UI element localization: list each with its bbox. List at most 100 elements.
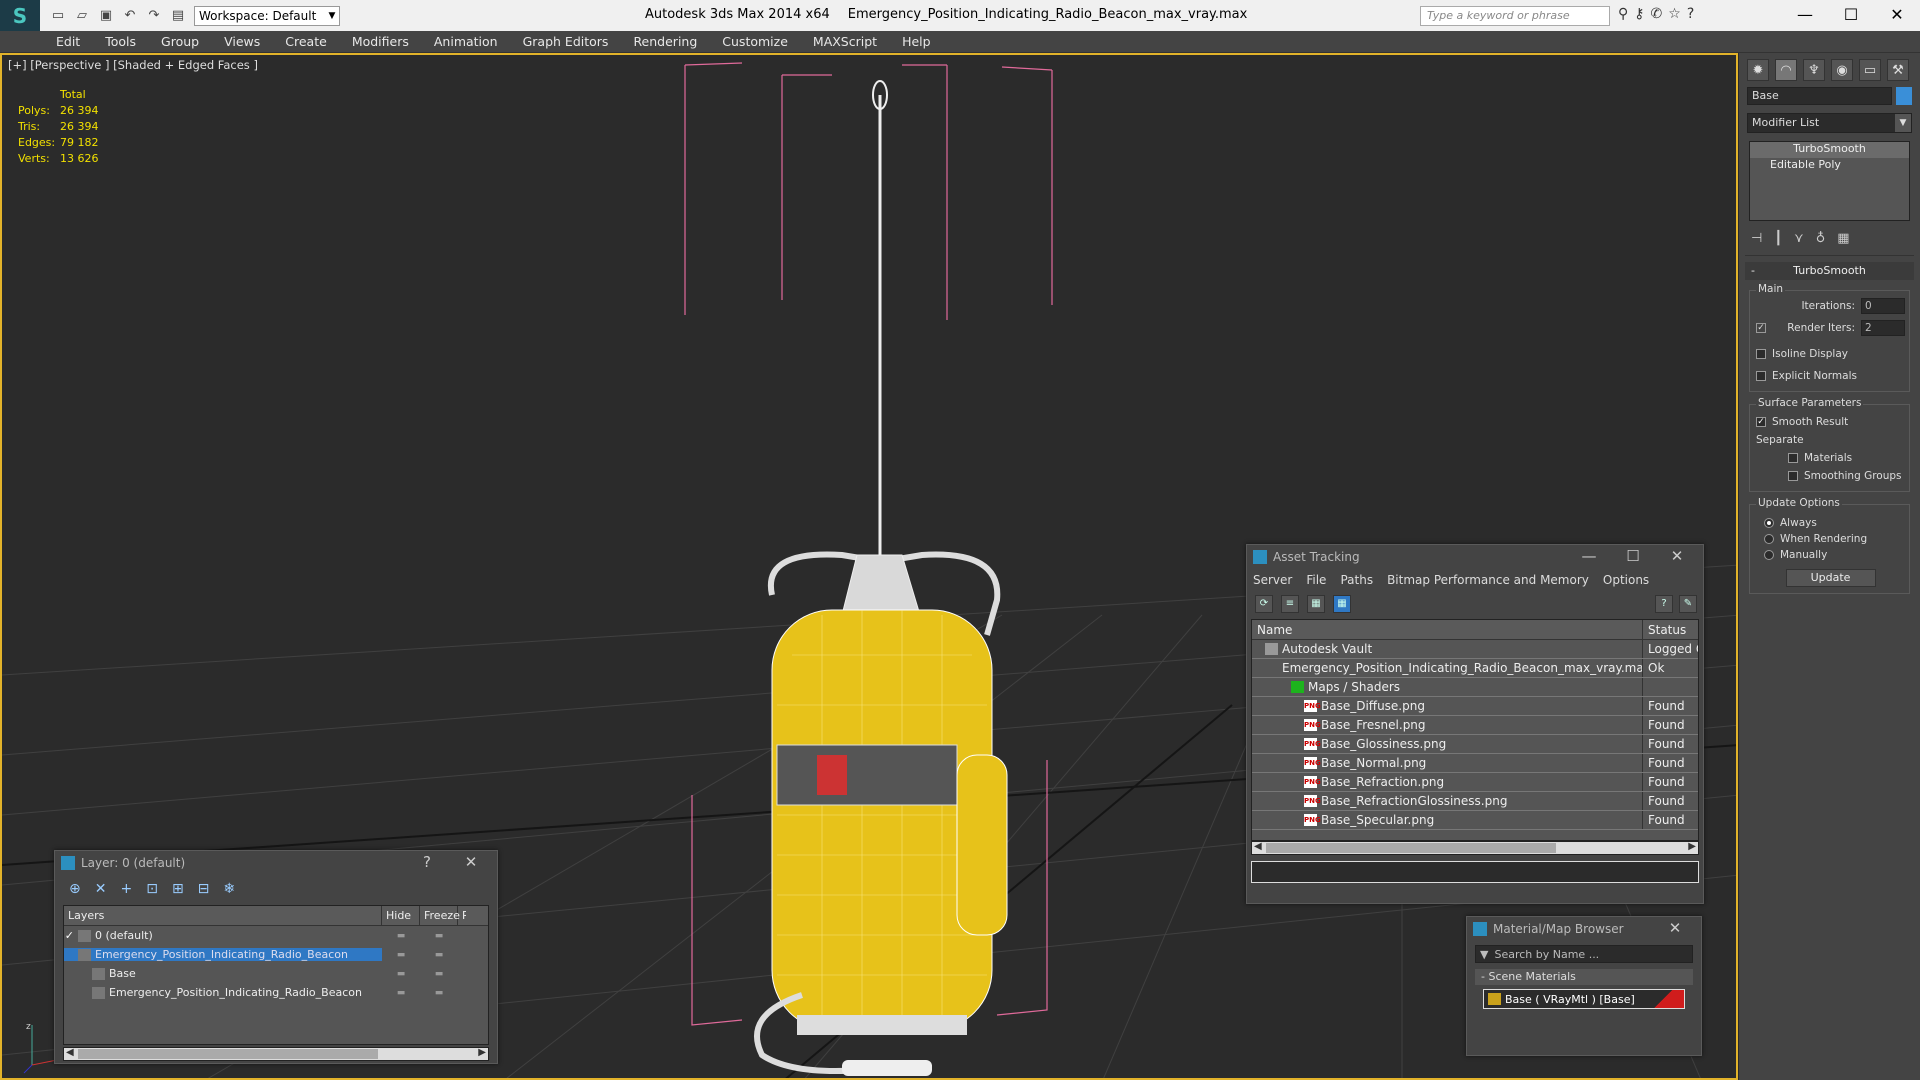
show-end-result-icon[interactable]: ┃	[1774, 231, 1782, 246]
create-layer-icon[interactable]: ⊕	[69, 881, 81, 897]
column-status[interactable]: Status	[1643, 620, 1691, 639]
menu-edit[interactable]: Edit	[56, 34, 80, 49]
key-icon[interactable]: ⚷	[1634, 6, 1644, 22]
modify-tab-icon[interactable]: ◠	[1775, 59, 1797, 81]
create-tab-icon[interactable]: ✹	[1747, 59, 1769, 81]
asset-row[interactable]: PNG Base_Diffuse.png Found	[1252, 697, 1698, 716]
menu-server[interactable]: Server	[1253, 573, 1292, 587]
stack-item-turbosmooth[interactable]: TurboSmooth	[1750, 142, 1909, 158]
menu-file[interactable]: File	[1306, 573, 1326, 587]
isoline-display-checkbox[interactable]: Isoline Display	[1756, 345, 1905, 363]
window-header[interactable]: Asset Tracking — ☐ ✕	[1247, 545, 1703, 569]
display-tab-icon[interactable]: ▭	[1859, 59, 1881, 81]
help-search-input[interactable]: Type a keyword or phrase	[1420, 6, 1610, 26]
highlight-layer-icon[interactable]: ⊞	[172, 881, 184, 897]
freeze-toggle-icon[interactable]: ▬	[420, 950, 458, 960]
help-icon[interactable]: ?	[1687, 6, 1694, 22]
rollout-header[interactable]: - TurboSmooth	[1745, 262, 1914, 280]
save-icon[interactable]: ▣	[96, 7, 116, 25]
separate-materials-checkbox[interactable]: Materials	[1756, 449, 1905, 467]
asset-row[interactable]: PNG Base_Normal.png Found	[1252, 754, 1698, 773]
close-icon[interactable]: ✕	[1655, 547, 1699, 565]
asset-path-input[interactable]	[1251, 861, 1699, 883]
asset-row[interactable]: Maps / Shaders	[1252, 678, 1698, 697]
communication-icon[interactable]: ✆	[1651, 6, 1663, 22]
freeze-toggle-icon[interactable]: ▬	[420, 931, 458, 941]
object-color-swatch[interactable]	[1896, 87, 1912, 105]
minimize-icon[interactable]: —	[1782, 0, 1828, 28]
column-hide[interactable]: Hide	[382, 906, 420, 925]
menu-views[interactable]: Views	[224, 34, 260, 49]
freeze-toggle-icon[interactable]: ▬	[420, 988, 458, 998]
open-file-icon[interactable]: ▱	[72, 7, 92, 25]
hide-toggle-icon[interactable]: ▬	[382, 931, 420, 941]
update-manually-radio[interactable]: Manually	[1756, 547, 1905, 563]
workspace-dropdown[interactable]: Workspace: Default ▼	[194, 5, 340, 26]
hide-toggle-icon[interactable]: ▬	[382, 988, 420, 998]
asset-row[interactable]: PNG Base_RefractionGlossiness.png Found	[1252, 792, 1698, 811]
help-icon[interactable]: ?	[405, 853, 449, 871]
project-folder-icon[interactable]: ▤	[168, 7, 188, 25]
menu-animation[interactable]: Animation	[434, 34, 498, 49]
menu-create[interactable]: Create	[285, 34, 327, 49]
hierarchy-tab-icon[interactable]: ♆	[1803, 59, 1825, 81]
menu-tools[interactable]: Tools	[105, 34, 136, 49]
update-button[interactable]: Update	[1785, 569, 1876, 587]
separate-smoothing-groups-checkbox[interactable]: Smoothing Groups	[1756, 467, 1905, 485]
scrollbar-thumb[interactable]	[78, 1049, 378, 1059]
material-search-input[interactable]: ▼ Search by Name ...	[1475, 945, 1693, 963]
scroll-right-icon[interactable]: ▶	[478, 1047, 486, 1058]
minimize-icon[interactable]: —	[1567, 547, 1611, 565]
update-when-rendering-radio[interactable]: When Rendering	[1756, 531, 1905, 547]
scroll-right-icon[interactable]: ▶	[1688, 841, 1696, 852]
delete-layer-icon[interactable]: ✕	[95, 881, 107, 897]
help-icon[interactable]: ?	[1655, 595, 1673, 613]
settings-icon[interactable]: ✎	[1679, 595, 1697, 613]
asset-row[interactable]: PNG Base_Refraction.png Found	[1252, 773, 1698, 792]
undo-icon[interactable]: ↶	[120, 7, 140, 25]
asset-row[interactable]: PNG Base_Glossiness.png Found	[1252, 735, 1698, 754]
pin-stack-icon[interactable]: ⊣	[1751, 231, 1762, 246]
stack-item-editable-poly[interactable]: Editable Poly	[1750, 158, 1909, 174]
scroll-left-icon[interactable]: ◀	[1254, 841, 1262, 852]
motion-tab-icon[interactable]: ◉	[1831, 59, 1853, 81]
horizontal-scrollbar[interactable]: ◀ ▶	[63, 1047, 489, 1061]
layer-row[interactable]: Base ▬ ▬	[64, 964, 488, 983]
window-header[interactable]: Layer: 0 (default) ? ✕	[55, 851, 497, 875]
modifier-list-dropdown[interactable]: Modifier List ▼	[1747, 113, 1912, 133]
scene-materials-group[interactable]: - Scene Materials	[1475, 969, 1693, 985]
star-icon[interactable]: ☆	[1668, 6, 1681, 22]
close-icon[interactable]: ✕	[449, 853, 493, 871]
viewport-label[interactable]: [+] [Perspective ] [Shaded + Edged Faces…	[8, 58, 258, 72]
close-icon[interactable]: ✕	[1653, 919, 1697, 937]
list-view-icon[interactable]: ≡	[1281, 595, 1299, 613]
hide-all-icon[interactable]: ⊟	[198, 881, 210, 897]
new-file-icon[interactable]: ▭	[48, 7, 68, 25]
maximize-icon[interactable]: ☐	[1828, 0, 1874, 28]
scroll-left-icon[interactable]: ◀	[66, 1047, 74, 1058]
freeze-all-icon[interactable]: ❄	[223, 881, 235, 897]
close-icon[interactable]: ✕	[1874, 0, 1920, 28]
layer-row[interactable]: Emergency_Position_Indicating_Radio_Beac…	[64, 983, 488, 1002]
scrollbar-thumb[interactable]	[1266, 843, 1556, 853]
select-objects-icon[interactable]: ⊡	[146, 881, 158, 897]
menu-group[interactable]: Group	[161, 34, 199, 49]
window-header[interactable]: Material/Map Browser ✕	[1467, 917, 1701, 941]
menu-help[interactable]: Help	[902, 34, 931, 49]
app-logo-icon[interactable]: S	[0, 0, 40, 31]
table-view-icon[interactable]: ▦	[1333, 595, 1351, 613]
menu-customize[interactable]: Customize	[722, 34, 788, 49]
iterations-spinner[interactable]: 0	[1861, 298, 1905, 314]
layer-row[interactable]: Emergency_Position_Indicating_Radio_Beac…	[64, 945, 488, 964]
material-item-base[interactable]: Base ( VRayMtl ) [Base]	[1483, 989, 1685, 1009]
asset-row[interactable]: Autodesk Vault Logged O	[1252, 640, 1698, 659]
refresh-icon[interactable]: ⟳	[1255, 595, 1273, 613]
render-iters-spinner[interactable]: 2	[1861, 320, 1905, 336]
menu-paths[interactable]: Paths	[1340, 573, 1373, 587]
explicit-normals-checkbox[interactable]: Explicit Normals	[1756, 367, 1905, 385]
thumbnail-view-icon[interactable]: ▦	[1307, 595, 1325, 613]
utilities-tab-icon[interactable]: ⚒	[1887, 59, 1909, 81]
maximize-icon[interactable]: ☐	[1611, 547, 1655, 565]
redo-icon[interactable]: ↷	[144, 7, 164, 25]
menu-rendering[interactable]: Rendering	[633, 34, 697, 49]
